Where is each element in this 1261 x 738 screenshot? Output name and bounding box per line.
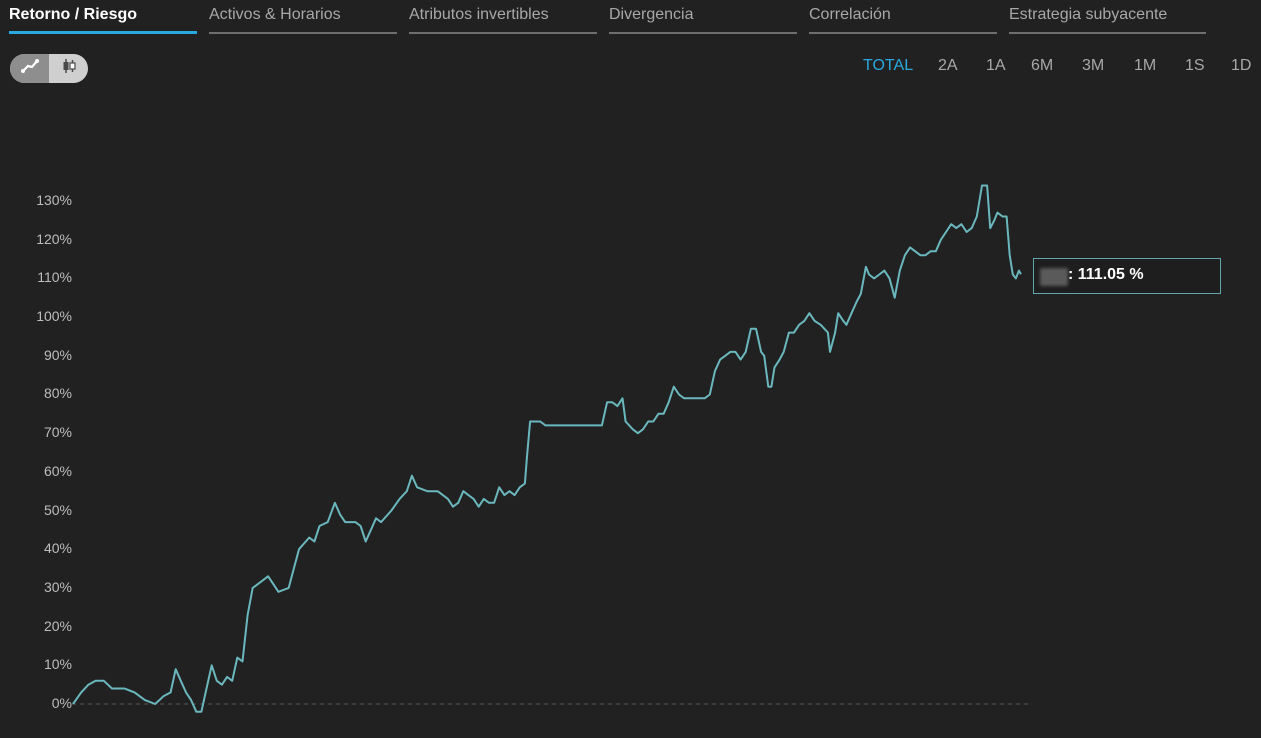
- tooltip-value: : 111.05 %: [1068, 266, 1144, 283]
- return-chart[interactable]: [0, 0, 1261, 738]
- return-series-line: [72, 184, 1022, 713]
- blurred-series-name: [1040, 268, 1068, 286]
- value-tooltip: : 111.05 %: [1033, 258, 1221, 294]
